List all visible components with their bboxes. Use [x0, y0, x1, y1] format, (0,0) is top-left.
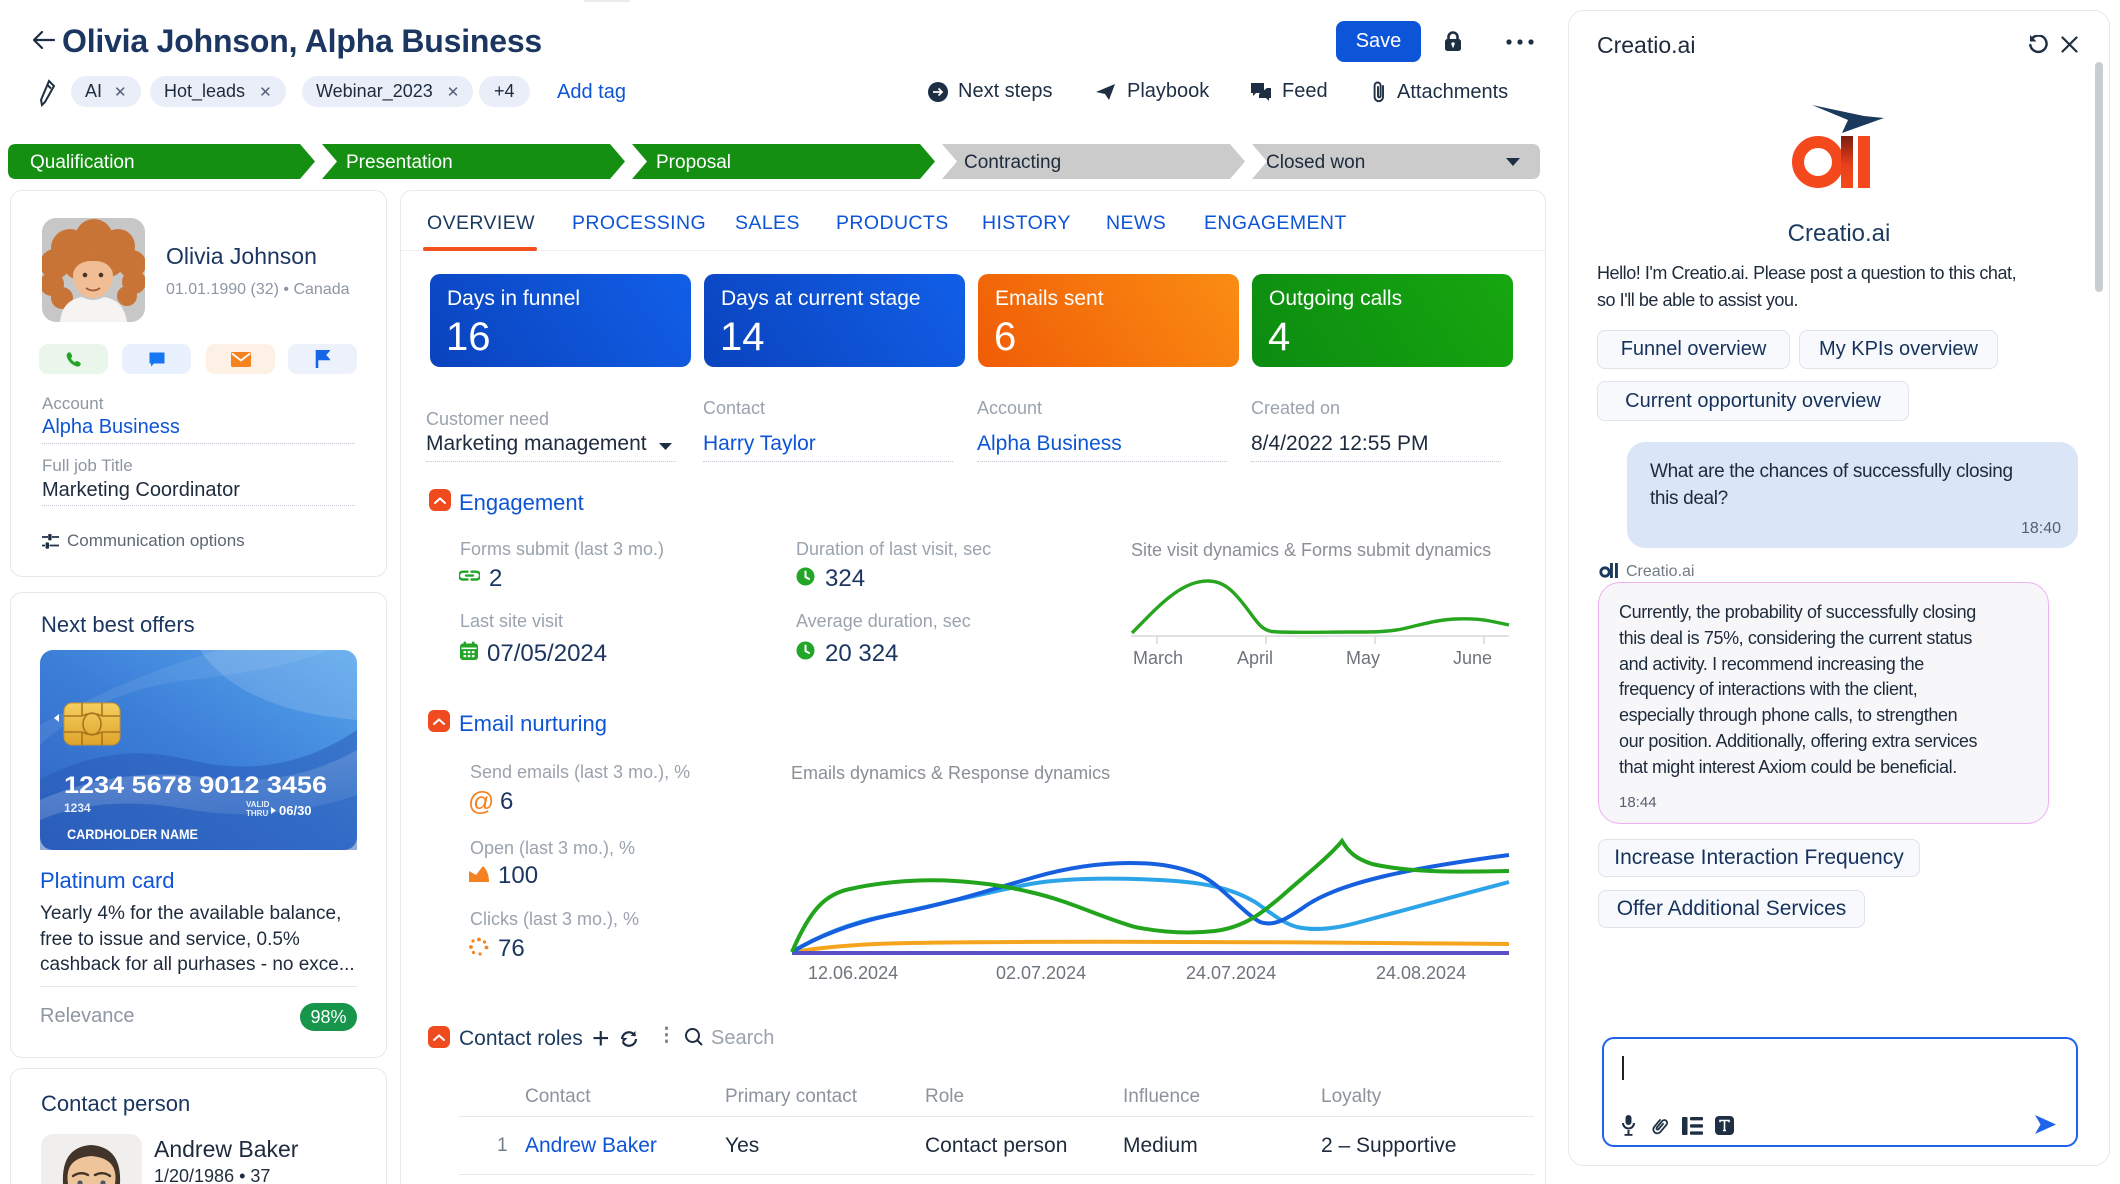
- svg-text:Closed won: Closed won: [1266, 152, 1365, 173]
- svg-text:May: May: [1346, 648, 1380, 668]
- svg-text:1234: 1234: [64, 801, 91, 815]
- svg-text:VALID: VALID: [246, 800, 270, 809]
- svg-text:Contracting: Contracting: [964, 152, 1061, 173]
- svg-text:06/30: 06/30: [279, 803, 312, 818]
- svg-text:24.08.2024: 24.08.2024: [1376, 963, 1466, 983]
- svg-text:1234 5678 9012 3456: 1234 5678 9012 3456: [64, 772, 327, 799]
- svg-text:Proposal: Proposal: [656, 152, 731, 173]
- svg-text:June: June: [1453, 648, 1492, 668]
- svg-text:April: April: [1237, 648, 1273, 668]
- svg-text:THRU: THRU: [246, 809, 268, 818]
- svg-text:CARDHOLDER NAME: CARDHOLDER NAME: [67, 826, 198, 842]
- svg-text:12.06.2024: 12.06.2024: [808, 963, 898, 983]
- svg-text:24.07.2024: 24.07.2024: [1186, 963, 1276, 983]
- svg-text:March: March: [1133, 648, 1183, 668]
- svg-text:Qualification: Qualification: [30, 152, 135, 173]
- svg-text:02.07.2024: 02.07.2024: [996, 963, 1086, 983]
- svg-text:Presentation: Presentation: [346, 152, 453, 173]
